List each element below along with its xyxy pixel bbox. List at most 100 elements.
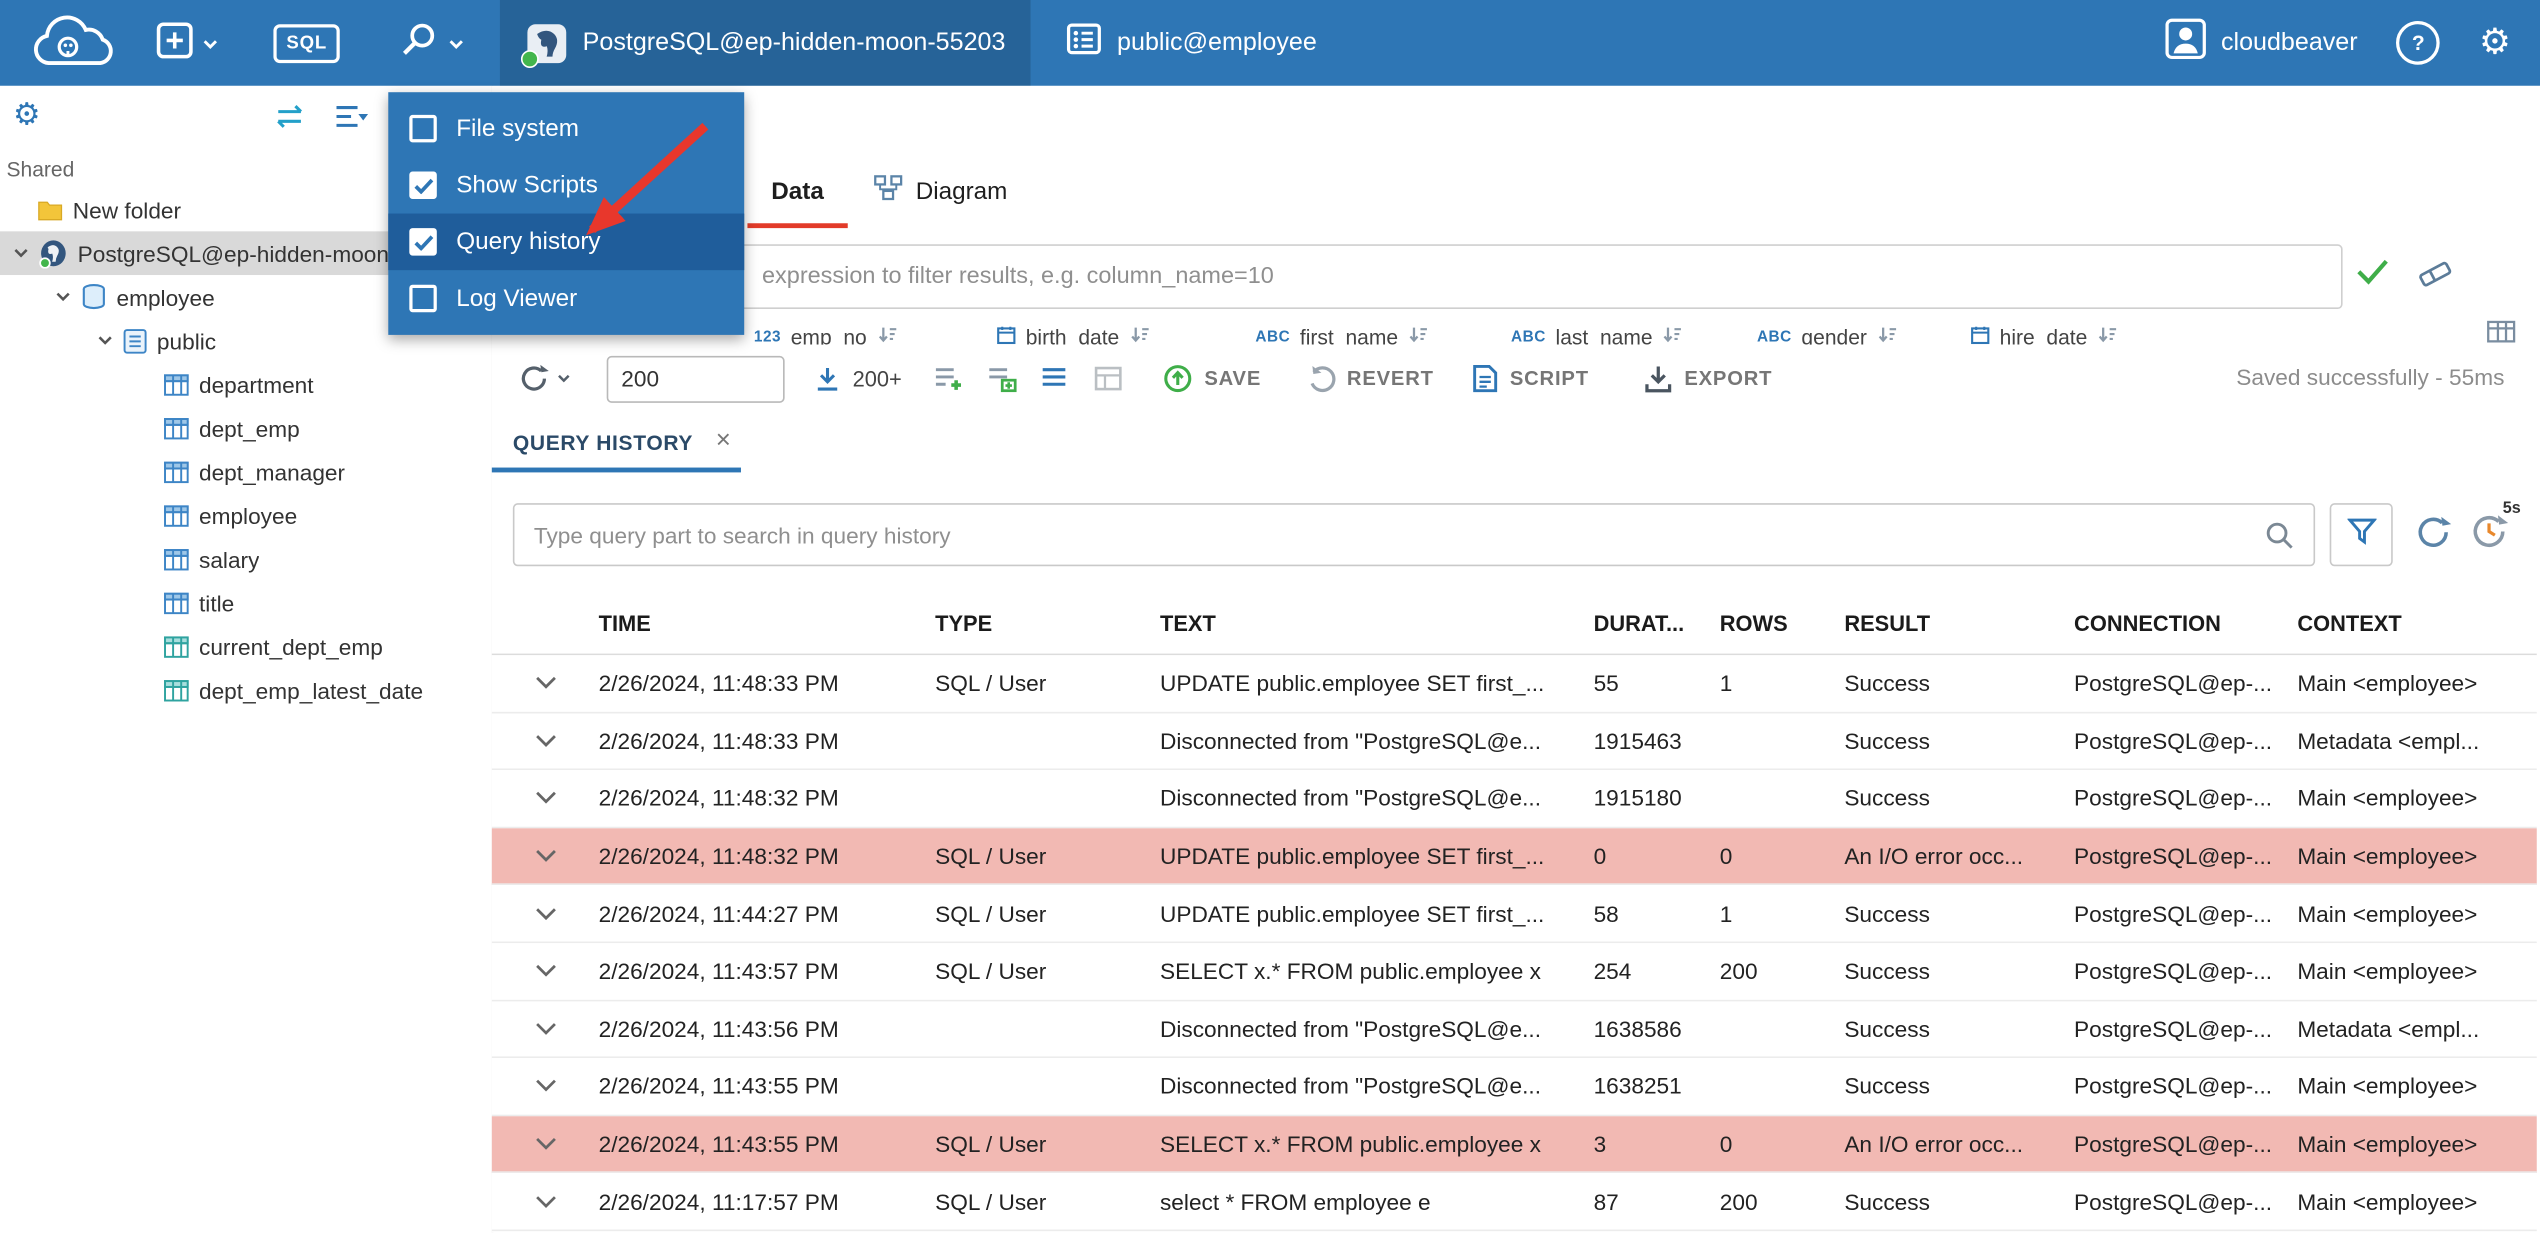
- chevron-down-icon[interactable]: [10, 248, 33, 259]
- qh-column-result[interactable]: RESULT: [1835, 611, 2065, 635]
- qh-column-rows[interactable]: ROWS: [1710, 611, 1835, 635]
- delete-row-icon[interactable]: [1041, 365, 1072, 393]
- auto-refresh-interval-badge: 5s: [2502, 499, 2521, 518]
- checkbox-show-scripts[interactable]: [409, 171, 437, 199]
- chevron-down-icon[interactable]: [52, 291, 75, 302]
- user-menu[interactable]: cloudbeaver: [2164, 18, 2358, 68]
- sync-connections-icon[interactable]: [272, 104, 308, 138]
- close-icon[interactable]: ×: [716, 427, 731, 456]
- fetch-more-button[interactable]: 200+: [814, 365, 902, 393]
- script-button[interactable]: SCRIPT: [1473, 364, 1589, 393]
- sidebar-settings-gear-icon[interactable]: ⚙: [13, 97, 41, 133]
- settings-gear-icon[interactable]: ⚙: [2479, 24, 2511, 61]
- grid-column-first-name[interactable]: ABC first_name: [1255, 317, 1511, 345]
- tab-data[interactable]: Data: [747, 159, 848, 229]
- apply-filter-icon[interactable]: [2356, 257, 2390, 293]
- checkbox-log-viewer[interactable]: [409, 284, 437, 313]
- checkbox-query-history[interactable]: [409, 228, 437, 256]
- tools-menu-item-show-scripts[interactable]: Show Scripts: [388, 157, 744, 214]
- expand-row-icon[interactable]: [492, 790, 589, 806]
- schema-selector[interactable]: public@employee: [1041, 0, 1343, 86]
- query-history-row[interactable]: 2/26/2024, 11:43:55 PM SQL / User SELECT x…: [491, 1115, 2537, 1174]
- query-history-search-input[interactable]: [514, 521, 2265, 548]
- sort-icon[interactable]: [876, 324, 897, 344]
- tree-item-salary[interactable]: salary: [0, 537, 492, 581]
- query-history-row[interactable]: 2/26/2024, 11:43:57 PM SQL / User SELECT x…: [491, 943, 2537, 1001]
- tree-item-dept-manager[interactable]: dept_manager: [0, 450, 492, 494]
- checkbox-file-system[interactable]: [409, 114, 437, 143]
- expand-row-icon[interactable]: [492, 848, 589, 864]
- collapse-all-icon[interactable]: [333, 104, 369, 138]
- help-button[interactable]: ?: [2396, 21, 2441, 65]
- save-button[interactable]: SAVE: [1164, 364, 1261, 393]
- revert-button[interactable]: REVERT: [1306, 364, 1433, 393]
- tools-menu-button[interactable]: [382, 0, 481, 86]
- auto-refresh-timer-icon[interactable]: [2469, 511, 2509, 560]
- query-history-row[interactable]: 2/26/2024, 11:43:55 PM Disconnected from …: [491, 1058, 2537, 1116]
- sort-icon[interactable]: [1662, 324, 1683, 344]
- refresh-results-icon[interactable]: [518, 362, 571, 394]
- query-history-row[interactable]: 2/26/2024, 11:44:27 PM SQL / User UPDATE p…: [491, 885, 2537, 944]
- expand-row-icon[interactable]: [492, 733, 589, 749]
- query-history-row[interactable]: 2/26/2024, 11:43:56 PM Disconnected from …: [491, 1000, 2537, 1059]
- new-object-button[interactable]: [139, 0, 234, 86]
- grid-column-birth-date[interactable]: birth_date: [997, 317, 1256, 345]
- tools-menu-item-query-history[interactable]: Query history: [388, 213, 745, 271]
- expand-row-icon[interactable]: [492, 963, 589, 979]
- tree-item-dept-emp-latest-date[interactable]: dept_emp_latest_date: [0, 668, 492, 712]
- search-icon: [2265, 520, 2294, 549]
- expand-row-icon[interactable]: [492, 1021, 589, 1037]
- duplicate-row-icon[interactable]: [988, 365, 1019, 393]
- qh-column-context[interactable]: CONTEXT: [2288, 611, 2537, 635]
- expand-row-icon[interactable]: [492, 905, 589, 921]
- chevron-down-icon[interactable]: [94, 335, 117, 346]
- qh-column-type[interactable]: TYPE: [925, 611, 1150, 635]
- export-button[interactable]: EXPORT: [1644, 364, 1772, 393]
- sort-icon[interactable]: [1877, 324, 1898, 344]
- tree-item-title[interactable]: title: [0, 581, 492, 625]
- row-limit-input[interactable]: [606, 355, 785, 403]
- tree-item-employee[interactable]: employee: [0, 493, 492, 537]
- query-history-row[interactable]: 2/26/2024, 11:48:32 PM SQL / User UPDATE p…: [491, 827, 2537, 886]
- expand-row-icon[interactable]: [492, 1078, 589, 1094]
- qh-column-text[interactable]: TEXT: [1150, 611, 1584, 635]
- cell-connection: PostgreSQL@ep-...: [2074, 843, 2273, 869]
- tree-item-dept-emp[interactable]: dept_emp: [0, 406, 492, 450]
- grid-columns-config-icon[interactable]: [2487, 320, 2516, 351]
- grid-column-emp-no[interactable]: 123 emp_no: [754, 317, 997, 345]
- qh-column-connection[interactable]: CONNECTION: [2064, 611, 2287, 635]
- grid-column-last-name[interactable]: ABC last_name: [1511, 317, 1757, 345]
- result-filter-input[interactable]: [519, 262, 2341, 292]
- edit-value-icon[interactable]: [1094, 365, 1125, 393]
- qh-column-time[interactable]: TIME: [589, 611, 926, 635]
- sql-editor-button[interactable]: SQL: [257, 0, 356, 86]
- grid-column-gender[interactable]: ABC gender: [1757, 317, 1971, 345]
- qh-column-durat[interactable]: DURAT...: [1584, 611, 1710, 635]
- tools-menu-item-log-viewer[interactable]: Log Viewer: [388, 270, 744, 327]
- sort-icon[interactable]: [2097, 324, 2118, 344]
- expand-row-icon[interactable]: [492, 675, 589, 691]
- tab-diagram[interactable]: Diagram: [861, 159, 1021, 224]
- expand-row-icon[interactable]: [492, 1193, 589, 1209]
- tools-menu-item-file-system[interactable]: File system: [388, 100, 744, 157]
- grid-column-hire-date[interactable]: hire_date: [1971, 317, 2230, 345]
- tree-item-current-dept-emp[interactable]: current_dept_emp: [0, 624, 492, 668]
- tree-item-department[interactable]: department: [0, 362, 492, 406]
- query-history-row[interactable]: 2/26/2024, 11:48:33 PM SQL / User UPDATE p…: [491, 655, 2537, 713]
- sort-icon[interactable]: [1408, 324, 1429, 344]
- cell-context: Metadata <empl...: [2297, 727, 2480, 754]
- clear-filter-icon[interactable]: [2417, 259, 2453, 296]
- expand-row-icon[interactable]: [492, 1136, 589, 1152]
- sort-icon[interactable]: [1129, 324, 1150, 344]
- query-history-refresh-icon[interactable]: [2414, 513, 2453, 560]
- add-row-icon[interactable]: [934, 365, 965, 393]
- connection-selector[interactable]: PostgreSQL@ep-hidden-moon-55203: [500, 0, 1032, 86]
- query-history-row[interactable]: 2/26/2024, 11:17:57 PM SQL / User select *…: [491, 1173, 2537, 1232]
- query-history-filter-button[interactable]: [2329, 503, 2393, 567]
- query-history-row[interactable]: 2/26/2024, 11:48:32 PM Disconnected from …: [491, 770, 2537, 828]
- cell-result: An I/O error occ...: [1844, 843, 2024, 869]
- cloudbeaver-logo-icon[interactable]: [13, 14, 139, 72]
- query-history-row[interactable]: 2/26/2024, 11:48:33 PM Disconnected from …: [491, 712, 2537, 771]
- query-history-tab[interactable]: QUERY HISTORY ×: [492, 414, 731, 469]
- cell-context: Main <employee>: [2297, 958, 2478, 985]
